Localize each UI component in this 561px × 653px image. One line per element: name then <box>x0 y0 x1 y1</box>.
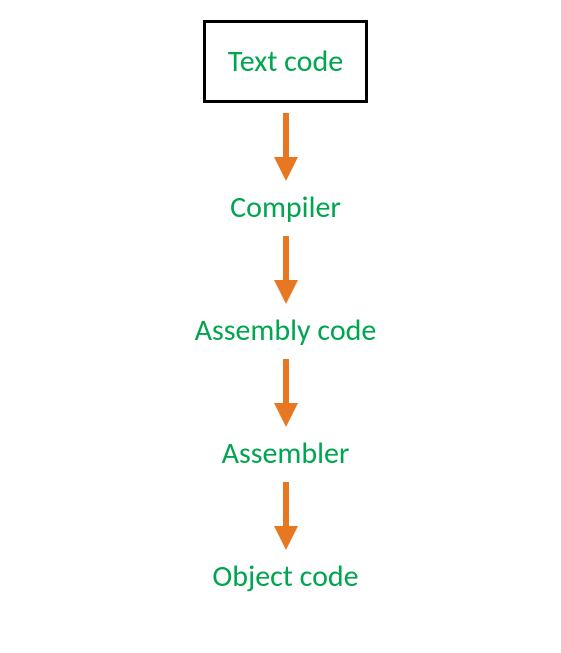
node-text-code: Text code <box>228 43 343 80</box>
node-compiler: Compiler <box>230 189 341 226</box>
compilation-flow-diagram: Text code Compiler Assembly code Assembl… <box>0 0 561 595</box>
node-assembly-code: Assembly code <box>195 312 377 349</box>
node-text-code-box: Text code <box>203 20 368 103</box>
node-assembler: Assembler <box>222 435 350 472</box>
node-object-code: Object code <box>212 558 358 595</box>
arrow-down-icon <box>271 236 301 304</box>
arrow-down-icon <box>271 113 301 181</box>
arrow-down-icon <box>271 482 301 550</box>
arrow-down-icon <box>271 359 301 427</box>
